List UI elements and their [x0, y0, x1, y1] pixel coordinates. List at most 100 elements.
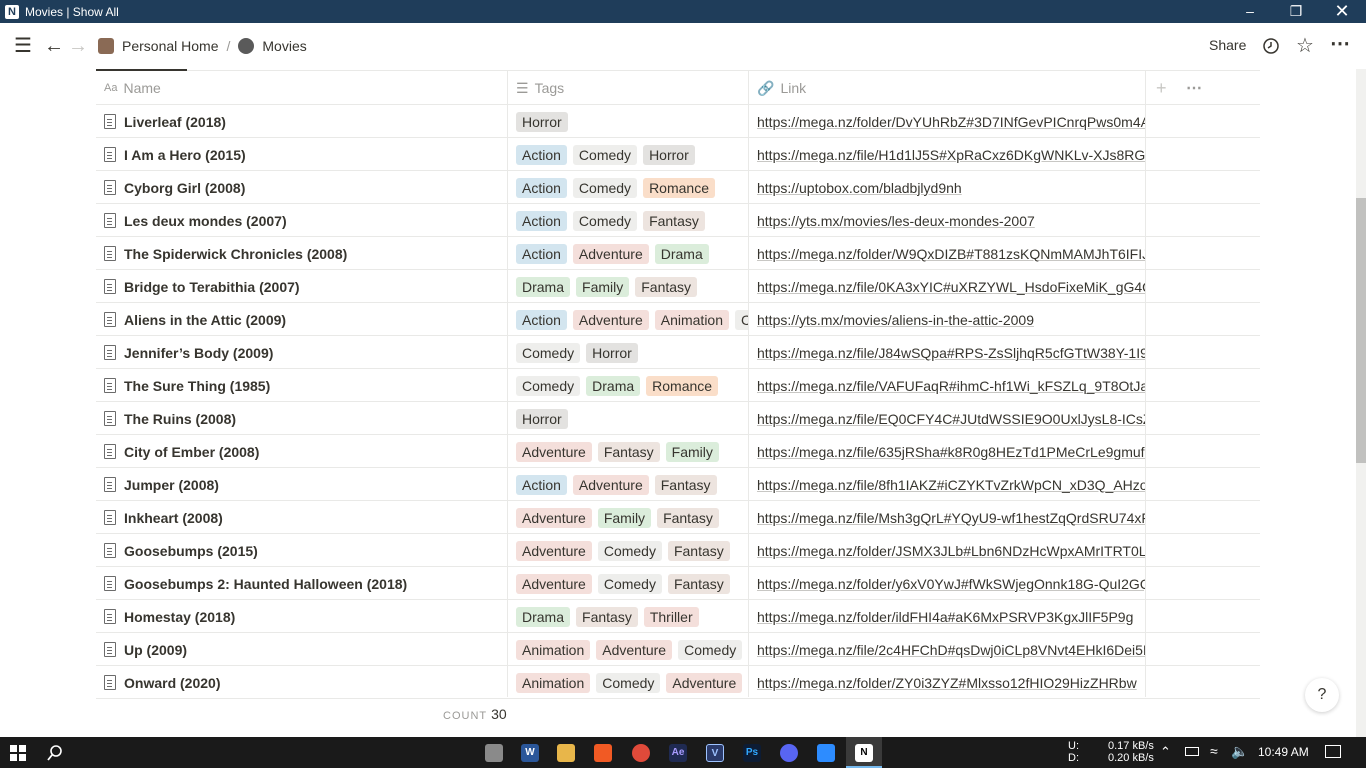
table-row[interactable]: Les deux mondes (2007) Action Comedy Fantas… — [96, 204, 1260, 237]
link-cell[interactable]: https://mega.nz/file/H1d1lJ5S#XpRaCxz6DK… — [757, 138, 1145, 171]
table-row[interactable]: I Am a Hero (2015) Action Comedy Horror http… — [96, 138, 1260, 171]
row-title-cell[interactable]: The Ruins (2008) — [104, 402, 236, 435]
tags-cell[interactable]: Horror — [516, 402, 748, 435]
link-cell[interactable]: https://mega.nz/folder/ildFHI4a#aK6MxPSR… — [757, 600, 1145, 633]
back-arrow-icon[interactable]: ← — [44, 36, 64, 56]
table-row[interactable]: Goosebumps (2015) Adventure Comedy Fantasy h… — [96, 534, 1260, 567]
table-row[interactable]: Cyborg Girl (2008) Action Comedy Romance htt… — [96, 171, 1260, 204]
tags-cell[interactable]: Adventure Family Fantasy — [516, 501, 748, 534]
table-row[interactable]: Jennifer’s Body (2009) Comedy Horror https:… — [96, 336, 1260, 369]
tags-cell[interactable]: Drama Family Fantasy — [516, 270, 748, 303]
taskbar-app-icon[interactable] — [485, 744, 503, 762]
link-cell[interactable]: https://mega.nz/file/Msh3gQrL#YQyU9-wf1h… — [757, 501, 1145, 534]
windows-start-icon[interactable] — [10, 745, 26, 761]
discord-icon[interactable] — [780, 744, 798, 762]
row-title-cell[interactable]: The Sure Thing (1985) — [104, 369, 270, 402]
tags-cell[interactable]: Action Adventure Fantasy — [516, 468, 748, 501]
volume-icon[interactable]: 🔈 — [1231, 743, 1248, 760]
scrollbar-thumb[interactable] — [1356, 198, 1366, 463]
restore-button[interactable]: ❐ — [1273, 0, 1319, 23]
link-cell[interactable]: https://mega.nz/folder/DvYUhRbZ#3D7INfGe… — [757, 105, 1145, 138]
column-header-tags[interactable]: ☰ Tags — [516, 71, 564, 105]
battery-icon[interactable] — [1185, 747, 1199, 756]
tags-cell[interactable]: Animation Comedy Adventure — [516, 666, 748, 699]
row-title-cell[interactable]: City of Ember (2008) — [104, 435, 259, 468]
row-title-cell[interactable]: Jennifer’s Body (2009) — [104, 336, 273, 369]
system-clock[interactable]: 10:49 AM — [1258, 745, 1309, 759]
table-row[interactable]: Goosebumps 2: Haunted Halloween (2018) Ad… — [96, 567, 1260, 600]
link-cell[interactable]: https://mega.nz/file/J84wSQpa#RPS-ZsSljh… — [757, 336, 1145, 369]
table-row[interactable]: The Ruins (2008) Horror https://mega.nz/fi… — [96, 402, 1260, 435]
link-cell[interactable]: https://mega.nz/folder/ZY0i3ZYZ#Mlxsso12… — [757, 666, 1145, 699]
table-row[interactable]: The Sure Thing (1985) Comedy Drama Romance h… — [96, 369, 1260, 402]
tags-cell[interactable]: Action Adventure Drama — [516, 237, 748, 270]
action-center-icon[interactable] — [1325, 745, 1341, 758]
after-effects-icon[interactable]: Ae — [669, 744, 687, 762]
favorite-star-icon[interactable]: ☆ — [1296, 36, 1314, 56]
search-icon[interactable] — [46, 744, 64, 762]
table-row[interactable]: Jumper (2008) Action Adventure Fantasy https… — [96, 468, 1260, 501]
show-hidden-icons-chevron-icon[interactable]: ⌃ — [1160, 744, 1171, 760]
table-row[interactable]: Inkheart (2008) Adventure Family Fantasy htt… — [96, 501, 1260, 534]
breadcrumb-home[interactable]: Personal Home — [122, 38, 219, 54]
breadcrumb-movies[interactable]: Movies — [262, 38, 306, 54]
link-cell[interactable]: https://mega.nz/file/0KA3xYIC#uXRZYWL_Hs… — [757, 270, 1145, 303]
row-title-cell[interactable]: Inkheart (2008) — [104, 501, 223, 534]
add-property-icon[interactable]: + — [1156, 71, 1167, 105]
link-cell[interactable]: https://mega.nz/file/EQ0CFY4C#JUtdWSSIE9… — [757, 402, 1145, 435]
row-title-cell[interactable]: Cyborg Girl (2008) — [104, 171, 245, 204]
word-icon[interactable]: W — [521, 744, 539, 762]
row-title-cell[interactable]: Goosebumps (2015) — [104, 534, 258, 567]
table-row[interactable]: Liverleaf (2018) Horror https://mega.nz/fo… — [96, 105, 1260, 138]
row-title-cell[interactable]: I Am a Hero (2015) — [104, 138, 246, 171]
row-title-cell[interactable]: Bridge to Terabithia (2007) — [104, 270, 300, 303]
row-title-cell[interactable]: The Spiderwick Chronicles (2008) — [104, 237, 347, 270]
forward-arrow-icon[interactable]: → — [68, 36, 88, 56]
row-title-cell[interactable]: Aliens in the Attic (2009) — [104, 303, 286, 336]
notion-taskbar-icon[interactable]: N — [855, 744, 873, 762]
row-title-cell[interactable]: Jumper (2008) — [104, 468, 219, 501]
link-cell[interactable]: https://uptobox.com/bladbjlyd9nh — [757, 171, 1145, 204]
tags-cell[interactable]: Drama Fantasy Thriller — [516, 600, 748, 633]
zoom-icon[interactable] — [817, 744, 835, 762]
column-header-name[interactable]: Aa Name — [104, 71, 161, 105]
more-options-icon[interactable]: ⋯ — [1330, 34, 1350, 54]
help-button[interactable]: ? — [1305, 678, 1339, 712]
link-cell[interactable]: https://mega.nz/file/VAFUFaqR#ihmC-hf1Wi… — [757, 369, 1145, 402]
table-row[interactable]: City of Ember (2008) Adventure Fantasy Fami… — [96, 435, 1260, 468]
tags-cell[interactable]: Horror — [516, 105, 748, 138]
tags-cell[interactable]: Adventure Fantasy Family — [516, 435, 748, 468]
photoshop-icon[interactable]: Ps — [743, 744, 761, 762]
wifi-icon[interactable]: ≈ — [1210, 743, 1218, 759]
share-button[interactable]: Share — [1209, 37, 1246, 53]
brave-browser-icon[interactable] — [594, 744, 612, 762]
tags-cell[interactable]: Action Comedy Romance — [516, 171, 748, 204]
chrome-icon[interactable] — [632, 744, 650, 762]
row-title-cell[interactable]: Onward (2020) — [104, 666, 220, 699]
updates-clock-icon[interactable] — [1262, 37, 1280, 55]
tags-cell[interactable]: Adventure Comedy Fantasy — [516, 567, 748, 600]
link-cell[interactable]: https://yts.mx/movies/les-deux-mondes-20… — [757, 204, 1145, 237]
table-row[interactable]: Homestay (2018) Drama Fantasy Thriller https… — [96, 600, 1260, 633]
tags-cell[interactable]: Comedy Drama Romance — [516, 369, 748, 402]
close-button[interactable]: ✕ — [1319, 0, 1365, 23]
tags-cell[interactable]: Adventure Comedy Fantasy — [516, 534, 748, 567]
link-cell[interactable]: https://mega.nz/folder/W9QxDIZB#T881zsKQ… — [757, 237, 1145, 270]
link-cell[interactable]: https://mega.nz/folder/JSMX3JLb#Lbn6NDzH… — [757, 534, 1145, 567]
table-row[interactable]: Up (2009) Animation Adventure Comedy https:/… — [96, 633, 1260, 666]
tags-cell[interactable]: Action Comedy Horror — [516, 138, 748, 171]
table-row[interactable]: Bridge to Terabithia (2007) Drama Family Fa… — [96, 270, 1260, 303]
tags-cell[interactable]: Action Comedy Fantasy — [516, 204, 748, 237]
tags-cell[interactable]: Comedy Horror — [516, 336, 748, 369]
row-title-cell[interactable]: Goosebumps 2: Haunted Halloween (2018) — [104, 567, 407, 600]
column-header-link[interactable]: 🔗 Link — [757, 71, 806, 105]
table-options-icon[interactable]: ⋯ — [1186, 71, 1202, 105]
row-title-cell[interactable]: Liverleaf (2018) — [104, 105, 226, 138]
tags-cell[interactable]: ActionAdventureAnimation Comedy — [516, 303, 748, 336]
link-cell[interactable]: https://mega.nz/folder/y6xV0YwJ#fWkSWjeg… — [757, 567, 1145, 600]
row-title-cell[interactable]: Les deux mondes (2007) — [104, 204, 287, 237]
row-title-cell[interactable]: Up (2009) — [104, 633, 187, 666]
link-cell[interactable]: https://yts.mx/movies/aliens-in-the-atti… — [757, 303, 1145, 336]
tags-cell[interactable]: Animation Adventure Comedy — [516, 633, 748, 666]
link-cell[interactable]: https://mega.nz/file/635jRSha#k8R0g8HEzT… — [757, 435, 1145, 468]
